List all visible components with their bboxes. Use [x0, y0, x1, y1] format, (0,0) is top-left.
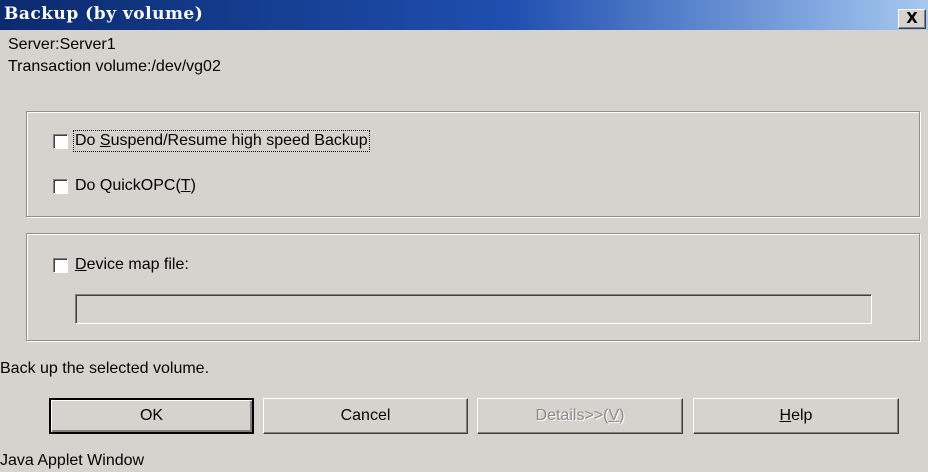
- suspend-resume-checkbox[interactable]: Do Suspend/Resume high speed Backup: [53, 130, 370, 152]
- device-map-group: [26, 233, 920, 341]
- title-bar: Backup (by volume) X: [0, 0, 928, 30]
- device-map-label: Device map file:: [75, 256, 189, 273]
- window-title: Backup (by volume): [4, 4, 204, 24]
- quickopc-checkbox[interactable]: Do QuickOPC(T): [53, 177, 196, 195]
- checkbox-box[interactable]: [53, 133, 68, 149]
- backup-options-group: [26, 111, 920, 217]
- transaction-volume-label: Transaction volume:/dev/vg02: [8, 58, 221, 75]
- suspend-resume-label: Do Suspend/Resume high speed Backup: [73, 130, 370, 152]
- help-button[interactable]: Help: [693, 398, 899, 434]
- ok-button[interactable]: OK: [49, 398, 254, 434]
- status-message: Back up the selected volume.: [0, 360, 210, 377]
- applet-window-label: Java Applet Window: [0, 452, 145, 469]
- quickopc-label: Do QuickOPC(T): [75, 177, 196, 194]
- server-label: Server:Server1: [8, 36, 116, 53]
- close-button[interactable]: X: [898, 9, 926, 29]
- device-map-checkbox[interactable]: Device map file:: [53, 256, 189, 274]
- device-map-file-input[interactable]: [75, 294, 872, 324]
- checkbox-box[interactable]: [53, 257, 68, 273]
- close-icon: X: [906, 9, 918, 27]
- checkbox-box[interactable]: [53, 178, 68, 194]
- details-button[interactable]: Details>>(V): [477, 398, 683, 434]
- cancel-button[interactable]: Cancel: [263, 398, 468, 434]
